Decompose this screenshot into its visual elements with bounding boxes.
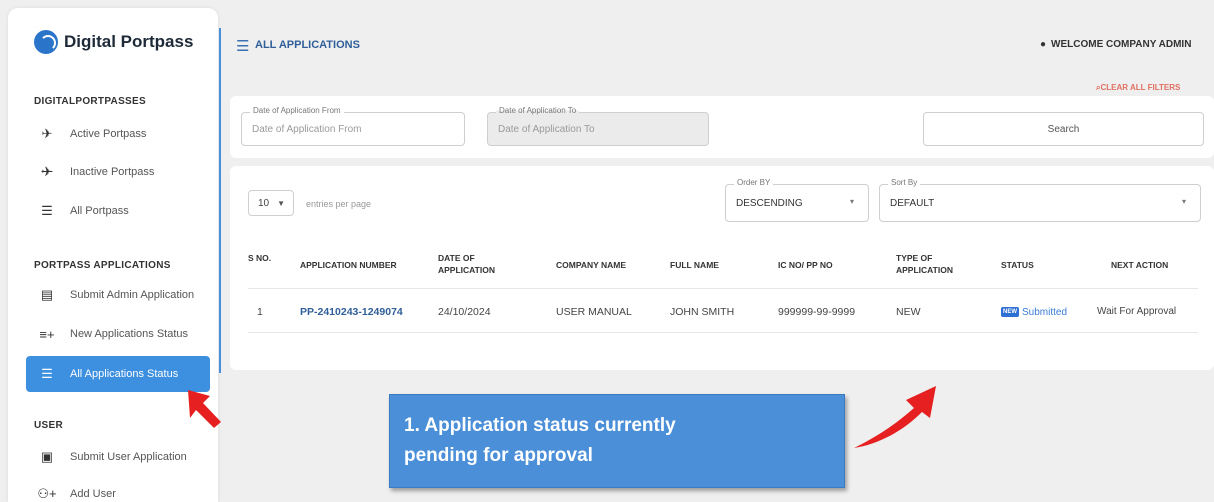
cell-full-name: JOHN SMITH xyxy=(670,306,735,318)
clear-filters-label: CLEAR ALL FILTERS xyxy=(1100,83,1181,92)
status-text: Submitted xyxy=(1022,307,1068,318)
document-edit-icon: ▤ xyxy=(40,287,54,302)
menu-toggle-icon[interactable]: ☰ xyxy=(236,37,249,55)
sidebar-item-inactive-portpass[interactable]: ✈ Inactive Portpass xyxy=(26,154,210,190)
sidebar-item-label: New Applications Status xyxy=(70,328,189,340)
column-header-company-name[interactable]: COMPANY NAME xyxy=(556,259,626,271)
column-header-next-action[interactable]: NEXT ACTION xyxy=(1111,259,1168,271)
sidebar-item-label: Active Portpass xyxy=(70,128,147,140)
caret-down-icon: ▼ xyxy=(277,199,285,208)
header-divider xyxy=(248,288,1198,289)
annotation-callout: 1. Application status currently pending … xyxy=(389,394,845,488)
airplane-off-icon: ✈ xyxy=(41,164,53,179)
section-title-digitalportpasses: DIGITALPORTPASSES xyxy=(34,96,146,107)
entries-per-page-select[interactable]: 10 ▼ xyxy=(248,190,294,216)
status-badge: NEW Submitted xyxy=(1001,306,1067,318)
application-number-link[interactable]: PP-2410243-1249074 xyxy=(300,306,403,318)
column-header-sno[interactable]: S NO. xyxy=(248,252,278,264)
page-title: ALL APPLICATIONS xyxy=(255,39,360,51)
portpass-logo-icon xyxy=(34,30,58,54)
sidebar-item-label: All Portpass xyxy=(70,205,129,217)
sort-by-label: Sort By xyxy=(888,178,921,187)
column-header-date[interactable]: DATE OF APPLICATION xyxy=(438,252,518,276)
sidebar-item-submit-admin-application[interactable]: ▤ Submit Admin Application xyxy=(26,277,210,313)
welcome-user[interactable]: ● WELCOME COMPANY ADMIN xyxy=(1040,39,1191,50)
sidebar-item-label: Submit User Application xyxy=(70,451,187,463)
sidebar-item-submit-user-application[interactable]: ▣ Submit User Application xyxy=(26,439,210,475)
sort-by-value: DEFAULT xyxy=(890,197,935,209)
cell-ic-no: 999999-99-9999 xyxy=(778,306,856,318)
sidebar-divider xyxy=(219,28,221,373)
chevron-down-icon: ▾ xyxy=(1181,197,1186,206)
filter-panel: Date of Application From Date of Applica… xyxy=(230,96,1214,158)
column-header-type[interactable]: TYPE OF APPLICATION xyxy=(896,252,976,276)
clear-all-filters-button[interactable]: ⌕CLEAR ALL FILTERS xyxy=(1096,83,1180,93)
sidebar-item-label: Add User xyxy=(70,488,116,500)
chevron-down-icon: ▾ xyxy=(849,197,854,206)
welcome-text: WELCOME COMPANY ADMIN xyxy=(1051,39,1192,50)
sidebar-item-add-user[interactable]: ⚇+ Add User xyxy=(26,476,210,502)
list-add-icon: ≡+ xyxy=(39,326,55,342)
sidebar-item-all-portpass[interactable]: ☰ All Portpass xyxy=(26,193,210,229)
cell-next-action: Wait For Approval xyxy=(1097,306,1177,317)
sidebar-item-new-applications-status[interactable]: ≡+ New Applications Status xyxy=(26,316,210,352)
entries-value: 10 xyxy=(258,197,270,209)
user-circle-icon: ● xyxy=(1040,39,1047,50)
sidebar-item-label: Submit Admin Application xyxy=(70,289,195,301)
list-icon: ☰ xyxy=(41,366,53,381)
airplane-icon: ✈ xyxy=(41,126,53,141)
date-from-label: Date of Application From xyxy=(250,106,344,115)
date-to-placeholder: Date of Application To xyxy=(498,123,595,135)
callout-line-2: pending for approval xyxy=(404,445,593,466)
cell-sno: 1 xyxy=(257,306,263,318)
row-divider xyxy=(248,332,1198,333)
sidebar-item-label: Inactive Portpass xyxy=(70,166,155,178)
sidebar-item-active-portpass[interactable]: ✈ Active Portpass xyxy=(26,116,210,152)
id-card-icon: ▣ xyxy=(40,449,54,464)
order-by-value: DESCENDING xyxy=(736,197,803,209)
order-by-label: Order BY xyxy=(734,178,774,187)
sidebar-item-label: All Applications Status xyxy=(70,368,179,380)
new-badge-icon: NEW xyxy=(1001,307,1019,318)
column-header-status[interactable]: STATUS xyxy=(1001,259,1034,271)
brand-logo[interactable]: Digital Portpass xyxy=(34,30,193,54)
cell-type: NEW xyxy=(896,306,921,318)
section-title-portpass-applications: PORTPASS APPLICATIONS xyxy=(34,260,171,271)
sort-by-select[interactable]: Sort By DEFAULT ▾ xyxy=(879,178,1201,222)
red-arrow-sidebar-icon xyxy=(188,390,221,428)
order-by-select[interactable]: Order BY DESCENDING ▾ xyxy=(725,178,869,222)
entries-per-page-label: entries per page xyxy=(306,199,372,209)
column-header-full-name[interactable]: FULL NAME xyxy=(670,259,719,271)
red-arrow-table-icon xyxy=(854,386,936,448)
list-icon: ☰ xyxy=(41,203,53,218)
add-user-icon: ⚇+ xyxy=(37,486,57,501)
section-title-user: USER xyxy=(34,420,63,431)
date-from-field[interactable]: Date of Application From Date of Applica… xyxy=(241,106,465,146)
date-to-field[interactable]: Date of Application To Date of Applicati… xyxy=(487,106,709,146)
cell-date: 24/10/2024 xyxy=(438,306,491,318)
applications-table-card: 10 ▼ entries per page Order BY DESCENDIN… xyxy=(230,166,1214,370)
date-to-label: Date of Application To xyxy=(496,106,580,115)
search-input[interactable]: Search xyxy=(923,112,1204,146)
cell-company: USER MANUAL xyxy=(556,306,632,318)
callout-line-1: 1. Application status currently xyxy=(404,415,676,436)
search-placeholder: Search xyxy=(1047,123,1080,135)
column-header-ic-no[interactable]: IC NO/ PP NO xyxy=(778,259,833,271)
column-header-application-number[interactable]: APPLICATION NUMBER xyxy=(300,259,397,271)
brand-name: Digital Portpass xyxy=(64,32,194,51)
date-from-placeholder: Date of Application From xyxy=(252,123,362,135)
